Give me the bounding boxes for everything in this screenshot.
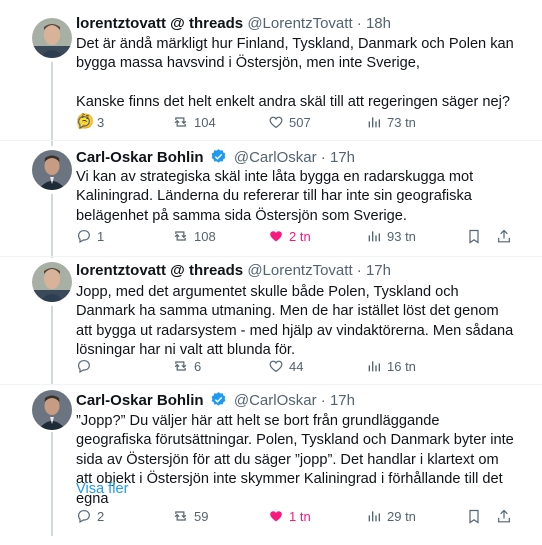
share-button[interactable]	[496, 226, 512, 246]
separator-dot: ·	[356, 262, 362, 279]
thread-line	[51, 306, 53, 384]
author-name[interactable]: lorentztovatt @ threads	[76, 262, 243, 279]
timestamp[interactable]: 17h	[330, 149, 355, 166]
reply-icon	[78, 360, 90, 374]
divider	[0, 256, 542, 257]
like-button[interactable]: 44	[268, 356, 303, 376]
views-button[interactable]: 16 tn	[366, 356, 416, 376]
reply-count: 3	[97, 114, 105, 130]
tweet-text: Jopp, med det argumentet skulle både Pol…	[76, 284, 518, 359]
like-icon	[270, 231, 282, 242]
bookmark-icon	[469, 509, 479, 524]
reply-count: 2	[97, 508, 105, 524]
action-bar: 1 108 2 tn 93 tn	[76, 226, 516, 246]
author-name[interactable]: Carl-Oskar Bohlin	[76, 392, 204, 409]
share-icon	[498, 229, 510, 242]
retweet-icon	[174, 231, 187, 241]
action-bar: 3 104 507 73 tn	[76, 112, 516, 132]
views-icon	[368, 361, 380, 372]
author-name[interactable]: lorentztovatt @ threads	[76, 15, 243, 32]
avatar-lorentz-image	[32, 18, 72, 58]
separator-dot: ·	[356, 15, 362, 32]
views-button[interactable]: 73 tn	[366, 112, 416, 132]
reply-icon	[78, 116, 90, 130]
retweet-button[interactable]: 59	[172, 506, 208, 526]
retweet-count: 6	[194, 358, 202, 374]
author-handle[interactable]: @LorentzTovatt	[247, 15, 352, 32]
action-bar: 2 59 1 tn 29 tn	[76, 506, 516, 526]
like-count: 1 tn	[289, 508, 311, 524]
share-icon	[498, 509, 510, 522]
bookmark-button[interactable]	[466, 506, 482, 526]
separator-dot: ·	[320, 392, 326, 409]
retweet-icon	[174, 511, 187, 521]
views-count: 73 tn	[387, 114, 416, 130]
tweet-header: Carl-Oskar Bohlin @CarlOskar · 17h	[76, 148, 355, 168]
author-handle[interactable]: @CarlOskar	[234, 149, 317, 166]
tweet-header: lorentztovatt @ threads @LorentzTovatt ·…	[76, 261, 391, 281]
reply-button[interactable]: 2	[76, 506, 104, 526]
views-button[interactable]: 93 tn	[366, 226, 416, 246]
avatar[interactable]	[32, 150, 72, 190]
like-count: 2 tn	[289, 228, 311, 244]
retweet-count: 108	[194, 228, 216, 244]
bookmark-icon	[469, 229, 479, 244]
action-bar: 6 44 16 tn	[76, 356, 516, 376]
timestamp[interactable]: 18h	[366, 15, 391, 32]
like-icon	[269, 360, 283, 373]
verified-badge-icon	[210, 391, 227, 414]
views-icon	[368, 231, 380, 242]
like-button[interactable]: 507	[268, 112, 311, 132]
avatar[interactable]	[32, 390, 72, 430]
author-handle[interactable]: @CarlOskar	[234, 392, 317, 409]
views-icon	[368, 117, 380, 128]
divider	[0, 140, 542, 141]
tweet-header: lorentztovatt @ threads @LorentzTovatt ·…	[76, 14, 391, 34]
reply-button[interactable]: 1	[76, 226, 104, 246]
like-button[interactable]: 1 tn	[268, 506, 311, 526]
avatar-carl-oskar-image	[32, 390, 72, 430]
like-button[interactable]: 2 tn	[268, 226, 311, 246]
avatar-carl-oskar-image	[32, 150, 72, 190]
reply-button[interactable]	[76, 356, 97, 376]
reply-count: 1	[97, 228, 105, 244]
thread-line	[51, 194, 53, 258]
retweet-button[interactable]: 104	[172, 112, 216, 132]
thread-line	[51, 62, 53, 146]
retweet-icon	[174, 361, 187, 371]
reply-icon	[78, 230, 90, 244]
author-name[interactable]: Carl-Oskar Bohlin	[76, 149, 204, 166]
bookmark-button[interactable]	[466, 226, 482, 246]
views-count: 93 tn	[387, 228, 416, 244]
avatar[interactable]	[32, 262, 72, 302]
retweet-count: 104	[194, 114, 216, 130]
views-icon	[368, 511, 380, 522]
retweet-button[interactable]: 6	[172, 356, 201, 376]
share-button[interactable]	[496, 506, 512, 526]
retweet-button[interactable]: 108	[172, 226, 216, 246]
views-button[interactable]: 29 tn	[366, 506, 416, 526]
tweet-text: Vi kan av strategiska skäl inte låta byg…	[76, 169, 478, 224]
show-more-link[interactable]: Visa fler	[76, 480, 128, 499]
views-count: 29 tn	[387, 508, 416, 524]
retweet-count: 59	[194, 508, 209, 524]
timestamp[interactable]: 17h	[366, 262, 391, 279]
timestamp[interactable]: 17h	[330, 392, 355, 409]
avatar[interactable]	[32, 18, 72, 58]
avatar-lorentz-image	[32, 262, 72, 302]
divider	[0, 384, 542, 385]
thread-line	[51, 432, 53, 536]
like-icon	[270, 511, 282, 522]
like-count: 507	[289, 114, 311, 130]
tweet-text: ”Jopp?” Du väljer här att helt se bort f…	[76, 413, 518, 507]
separator-dot: ·	[320, 149, 326, 166]
author-handle[interactable]: @LorentzTovatt	[247, 262, 352, 279]
reply-icon	[78, 510, 90, 524]
like-icon	[269, 116, 283, 129]
like-count: 44	[289, 358, 304, 374]
retweet-icon	[174, 117, 187, 127]
tweet-header: Carl-Oskar Bohlin @CarlOskar · 17h	[76, 391, 355, 411]
views-count: 16 tn	[387, 358, 416, 374]
reply-button[interactable]: 3	[76, 112, 104, 132]
